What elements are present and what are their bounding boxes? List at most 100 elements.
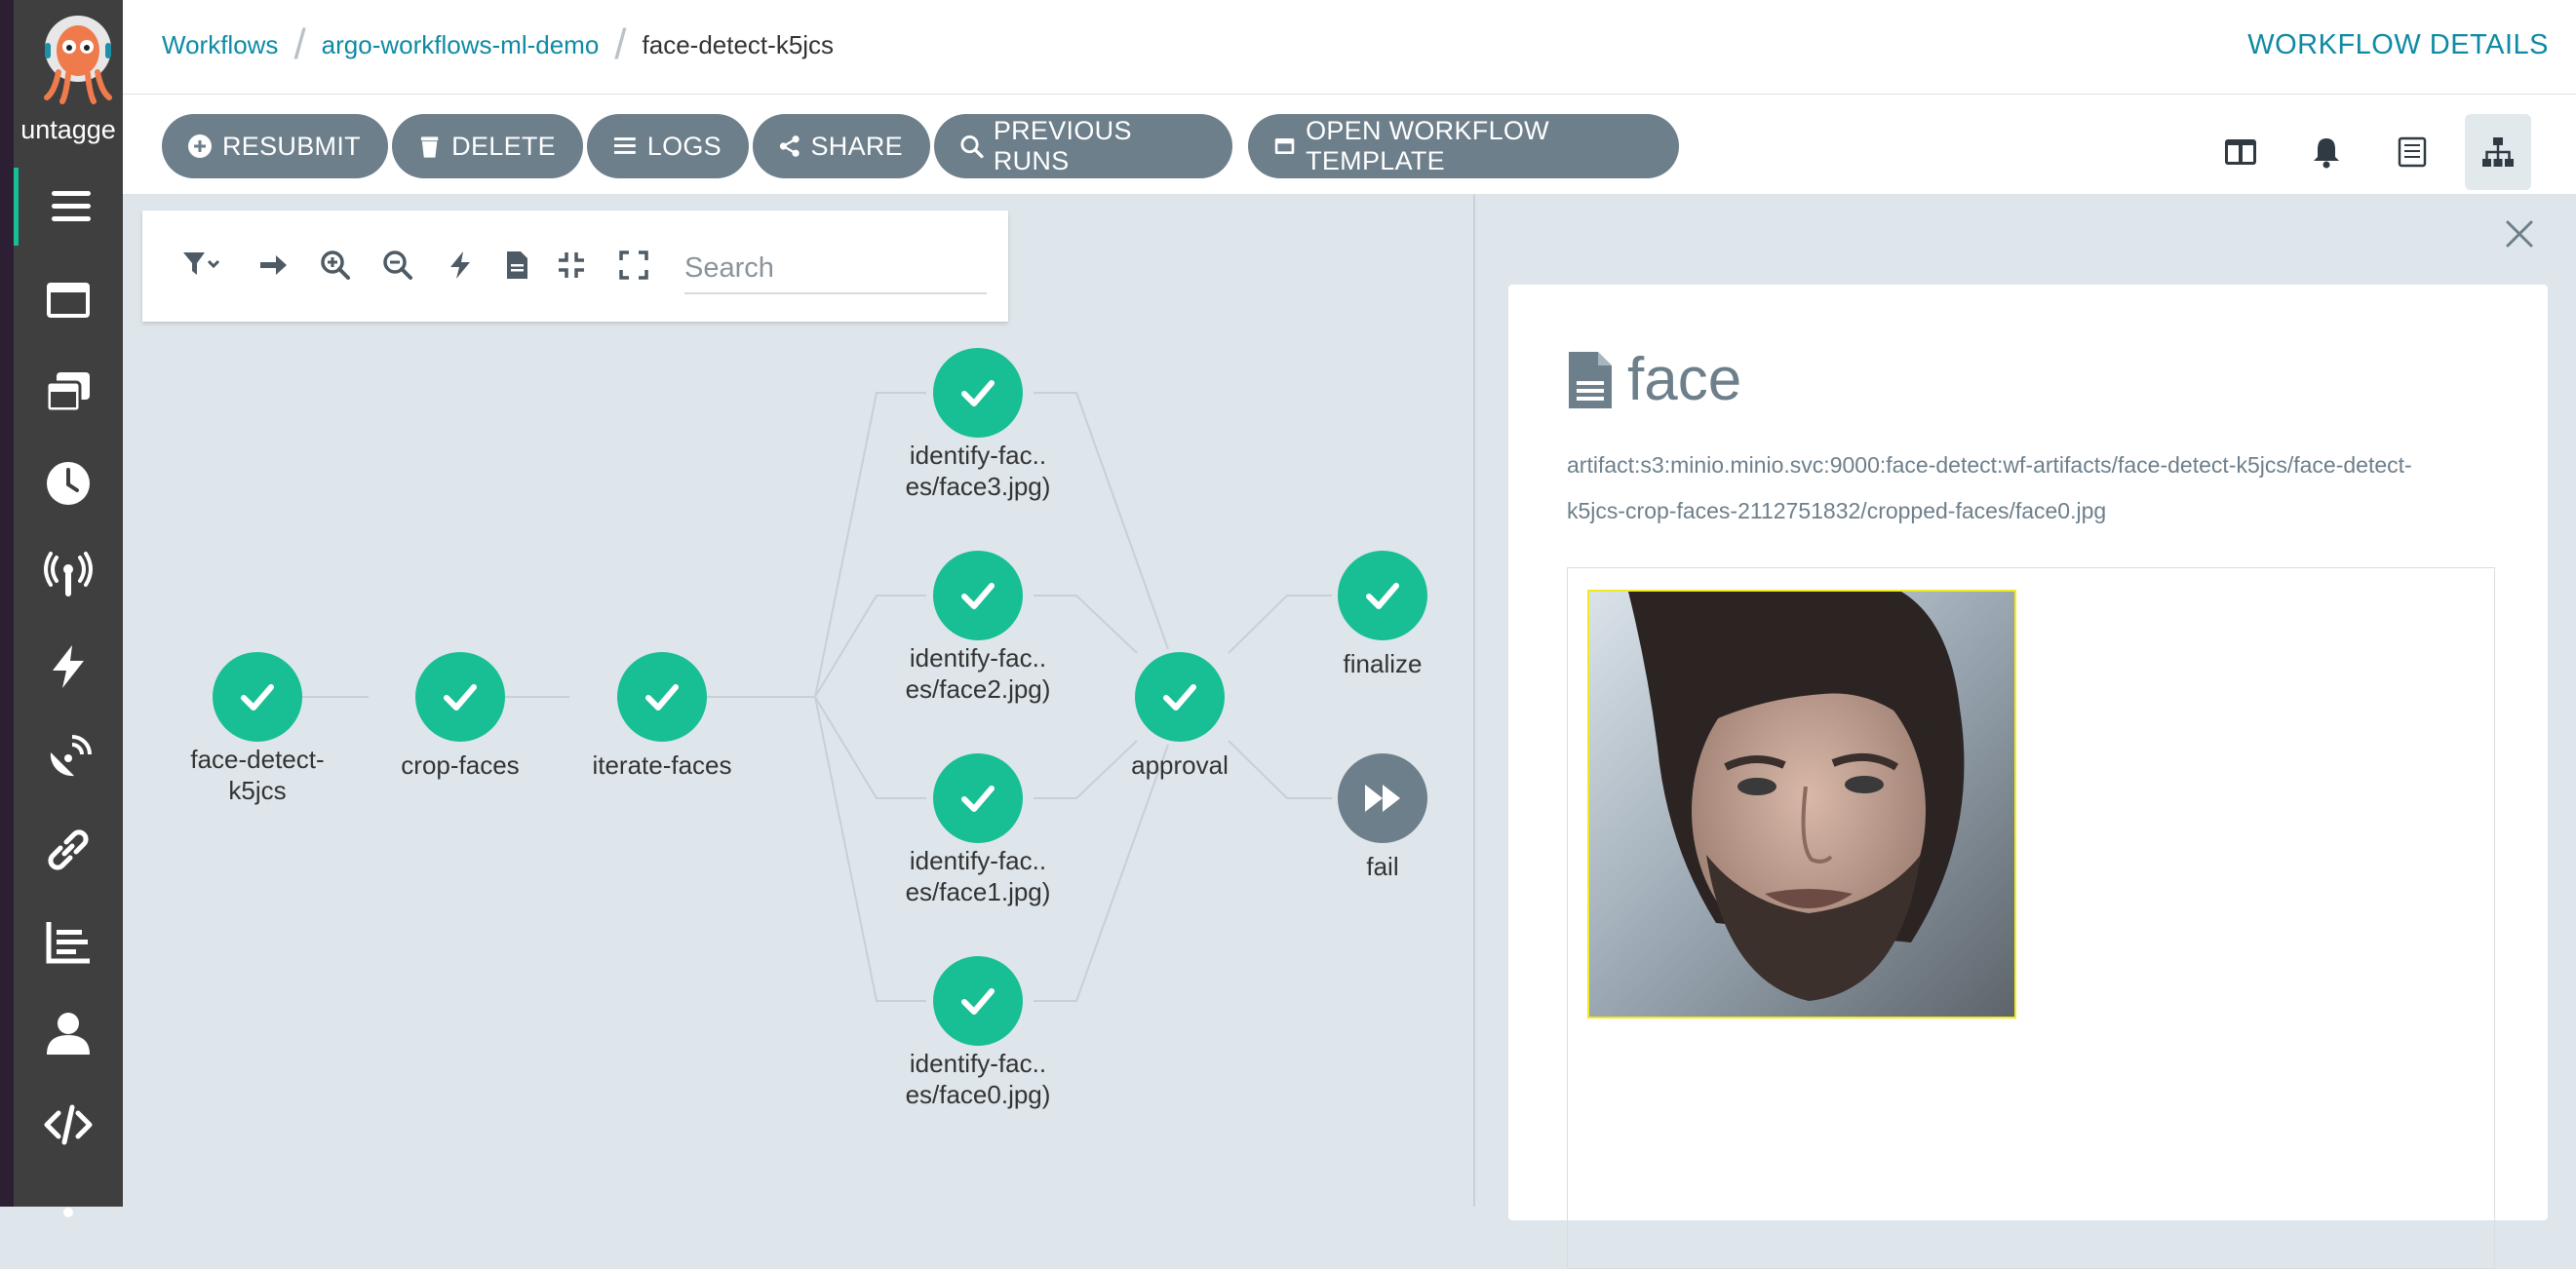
node-face-detect-k5jcs[interactable] bbox=[213, 652, 302, 742]
sidebar: untagge bbox=[14, 0, 123, 1217]
action-toolbar: RESUBMIT DELETE LOGS SHARE PREVIOUS RUNS… bbox=[123, 95, 2576, 195]
split-view-button[interactable] bbox=[2207, 114, 2274, 190]
collapse-button[interactable] bbox=[552, 246, 591, 285]
logs-label: LOGS bbox=[646, 131, 722, 161]
node-label: identify-fac.. es/face1.jpg) bbox=[905, 846, 1051, 906]
nav-event-sources[interactable] bbox=[14, 536, 123, 614]
expand-icon bbox=[619, 250, 648, 280]
more-icon bbox=[63, 1208, 73, 1217]
check-icon bbox=[1163, 684, 1196, 711]
artifact-panel: face artifact:s3:minio.minio.svc:9000:fa… bbox=[1475, 195, 2576, 1269]
node-label: iterate-faces bbox=[592, 750, 732, 780]
check-icon bbox=[961, 988, 995, 1015]
node-identify-face1[interactable] bbox=[933, 753, 1023, 843]
nav-cron-workflows[interactable] bbox=[14, 444, 123, 522]
code-icon bbox=[44, 1104, 93, 1145]
artifacts-toggle[interactable] bbox=[497, 246, 536, 285]
bar-chart-icon bbox=[46, 922, 90, 964]
graph-search-input[interactable] bbox=[684, 244, 987, 294]
summary-button[interactable] bbox=[2379, 114, 2445, 190]
nav-user[interactable] bbox=[14, 994, 123, 1072]
plus-circle-icon bbox=[188, 135, 212, 158]
zoom-in-button[interactable] bbox=[316, 246, 355, 285]
artifact-path-line: k5jcs-crop-faces-2112751832/cropped-face… bbox=[1567, 498, 2107, 523]
summary-icon bbox=[2398, 136, 2427, 168]
nav-event-flow[interactable] bbox=[14, 719, 123, 797]
compress-icon bbox=[559, 252, 584, 278]
zoom-out-icon bbox=[383, 250, 412, 280]
resubmit-label: RESUBMIT bbox=[222, 131, 361, 161]
artifact-path-line: artifact:s3:minio.minio.svc:9000:face-de… bbox=[1567, 452, 2412, 478]
node-label: identify-fac.. es/face0.jpg) bbox=[905, 1049, 1051, 1109]
graph-edges bbox=[302, 392, 1332, 1002]
nav-workflow-templates[interactable] bbox=[14, 261, 123, 339]
node-approval[interactable] bbox=[1135, 652, 1225, 742]
nav-sensors[interactable] bbox=[14, 628, 123, 706]
share-icon bbox=[779, 135, 800, 157]
nav-api-docs[interactable] bbox=[14, 811, 123, 889]
workflow-graph[interactable]: face-detect- k5jcs crop-faces iterate-fa… bbox=[123, 195, 1474, 1207]
share-label: SHARE bbox=[810, 131, 903, 161]
list-icon bbox=[613, 137, 636, 154]
node-identify-face0[interactable] bbox=[933, 956, 1023, 1046]
node-label: identify-fac.. es/face2.jpg) bbox=[905, 643, 1051, 704]
nav-workflows[interactable] bbox=[14, 168, 123, 246]
top-bar: Workflows / argo-workflows-ml-demo / fac… bbox=[123, 0, 2576, 95]
filter-dropdown[interactable] bbox=[172, 246, 230, 285]
graph-toolbar bbox=[142, 211, 1008, 322]
broadcast-icon bbox=[44, 552, 93, 596]
previous-runs-label: PREVIOUS RUNS bbox=[993, 116, 1132, 175]
delete-button[interactable]: DELETE bbox=[392, 114, 583, 178]
link-icon bbox=[48, 829, 89, 870]
arrow-right-icon bbox=[260, 255, 287, 275]
breadcrumb-separator: / bbox=[614, 20, 627, 68]
left-edge-strip bbox=[0, 0, 14, 1207]
zoom-out-button[interactable] bbox=[378, 246, 417, 285]
window-icon bbox=[1274, 138, 1295, 154]
node-label: approval bbox=[1131, 750, 1229, 780]
nav-plugins[interactable] bbox=[14, 1086, 123, 1164]
direction-toggle[interactable] bbox=[254, 246, 293, 285]
node-finalize[interactable] bbox=[1338, 551, 1427, 640]
open-workflow-template-label: OPEN WORKFLOW TEMPLATE bbox=[1306, 116, 1549, 175]
breadcrumb-workflows[interactable]: Workflows bbox=[162, 30, 278, 60]
node-iterate-faces[interactable] bbox=[617, 652, 707, 742]
argo-logo[interactable] bbox=[37, 12, 119, 105]
filter-icon bbox=[183, 252, 220, 275]
events-button[interactable] bbox=[2293, 114, 2360, 190]
check-icon bbox=[961, 786, 995, 812]
open-workflow-template-button[interactable]: OPEN WORKFLOW TEMPLATE bbox=[1248, 114, 1679, 178]
node-identify-face2[interactable] bbox=[933, 551, 1023, 640]
node-label: finalize bbox=[1343, 649, 1423, 678]
sitemap-icon bbox=[2482, 137, 2514, 167]
check-icon bbox=[961, 583, 995, 609]
node-crop-faces[interactable] bbox=[415, 652, 505, 742]
search-icon bbox=[960, 135, 984, 159]
nav-reports[interactable] bbox=[14, 903, 123, 981]
close-icon[interactable] bbox=[2502, 216, 2537, 251]
node-identify-face3[interactable] bbox=[933, 348, 1023, 438]
page-title: WORKFLOW DETAILS bbox=[2247, 28, 2549, 60]
breadcrumb-namespace[interactable]: argo-workflows-ml-demo bbox=[322, 30, 600, 60]
expand-button[interactable] bbox=[614, 246, 653, 285]
face-image bbox=[1587, 590, 2016, 1019]
check-icon bbox=[645, 684, 679, 711]
fast-layout-button[interactable] bbox=[441, 246, 480, 285]
artifact-title: face bbox=[1627, 346, 1742, 413]
share-button[interactable]: SHARE bbox=[753, 114, 930, 178]
bell-icon bbox=[2314, 138, 2339, 169]
logs-button[interactable]: LOGS bbox=[587, 114, 749, 178]
nav-cluster-templates[interactable] bbox=[14, 353, 123, 431]
file-icon bbox=[1569, 352, 1612, 408]
previous-runs-button[interactable]: PREVIOUS RUNS bbox=[934, 114, 1232, 178]
check-icon bbox=[241, 684, 274, 711]
resubmit-button[interactable]: RESUBMIT bbox=[162, 114, 388, 178]
nav-more[interactable] bbox=[14, 1170, 123, 1248]
windows-stack-icon bbox=[45, 372, 90, 413]
user-name: untagge bbox=[20, 115, 116, 144]
artifact-preview bbox=[1567, 567, 2495, 1269]
breadcrumb-current: face-detect-k5jcs bbox=[642, 29, 835, 59]
node-fail[interactable] bbox=[1338, 753, 1427, 843]
check-icon bbox=[444, 684, 477, 711]
graph-view-button[interactable] bbox=[2465, 114, 2531, 190]
